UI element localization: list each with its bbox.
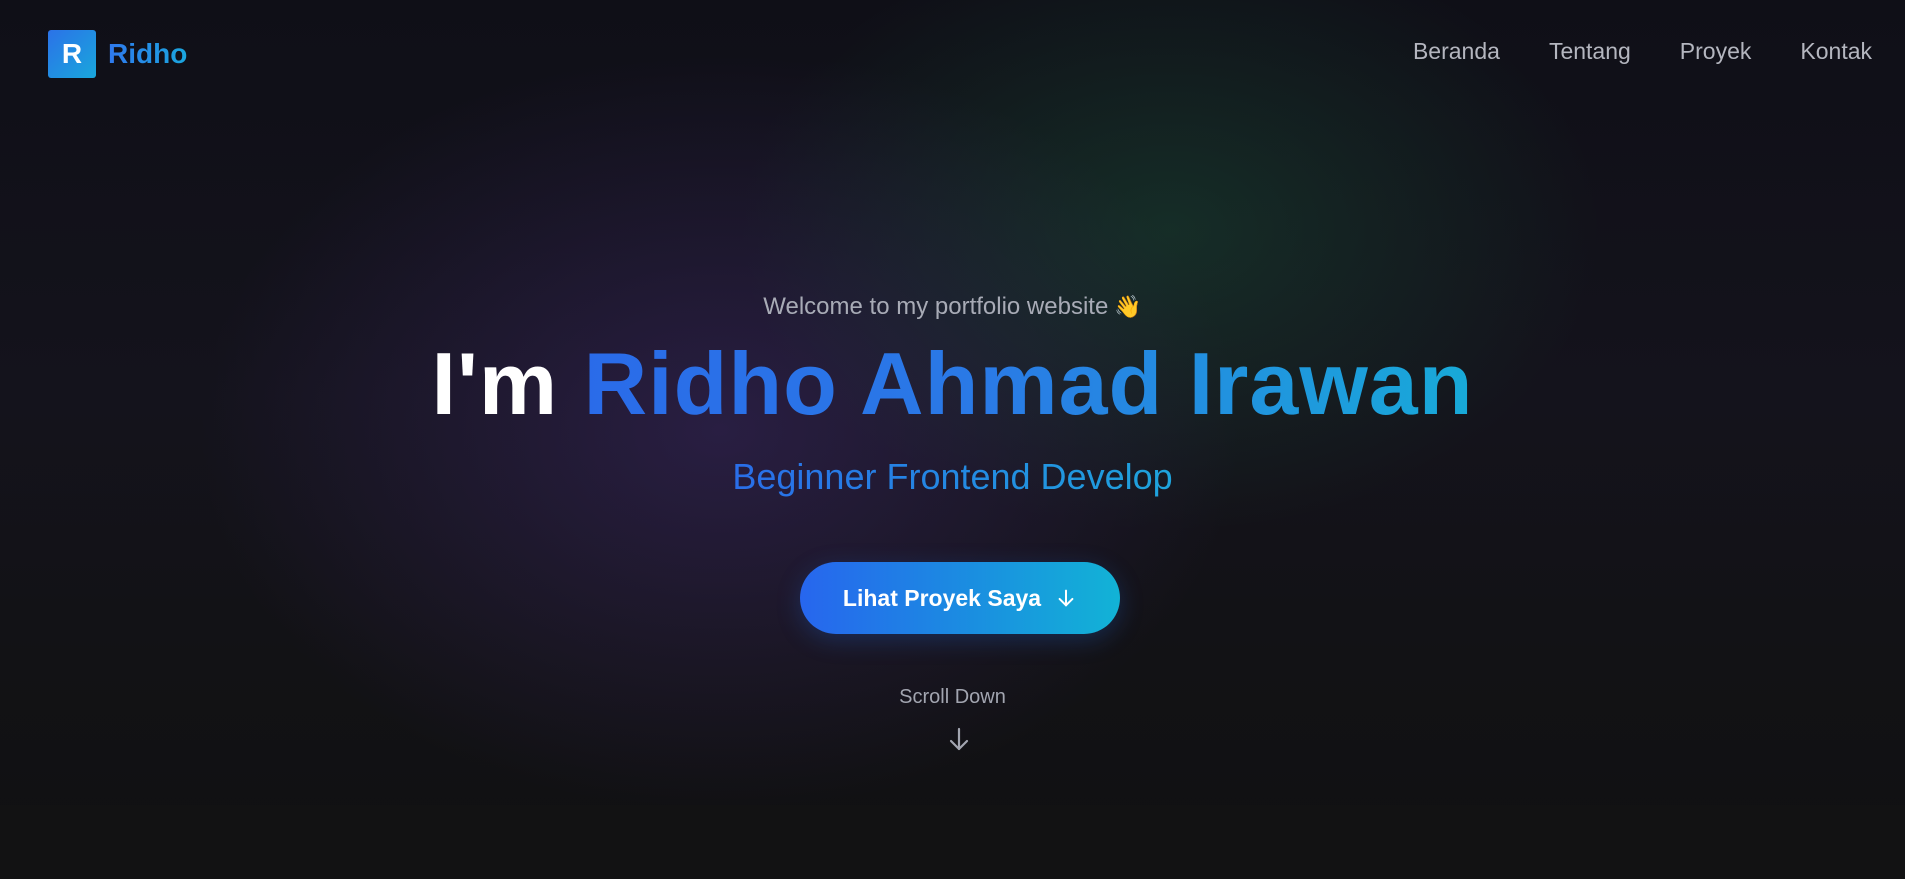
headline-name: Ridho Ahmad Irawan (583, 334, 1474, 433)
view-projects-label: Lihat Proyek Saya (842, 584, 1042, 611)
headline-prefix: I'm (431, 334, 559, 433)
page: R Ridho Beranda Tentang Proyek Kontak We… (0, 0, 1905, 879)
scroll-down-label[interactable]: Scroll Down (0, 686, 1905, 709)
hero-headline: I'm Ridho Ahmad Irawan (0, 334, 1905, 434)
greeting-text: Welcome to my portfolio website 👋 (0, 293, 1905, 321)
scroll-arrow-down-icon[interactable] (947, 726, 971, 757)
role-subtitle: Beginner Frontend Develop (713, 456, 1193, 498)
greeting-label: Welcome to my portfolio website (763, 293, 1109, 320)
waving-hand-icon: 👋 (1114, 294, 1142, 319)
hero-section: Welcome to my portfolio website 👋 I'm Rid… (0, 0, 1905, 879)
view-projects-button[interactable]: Lihat Proyek Saya (800, 562, 1120, 634)
arrow-down-icon (1055, 587, 1077, 609)
